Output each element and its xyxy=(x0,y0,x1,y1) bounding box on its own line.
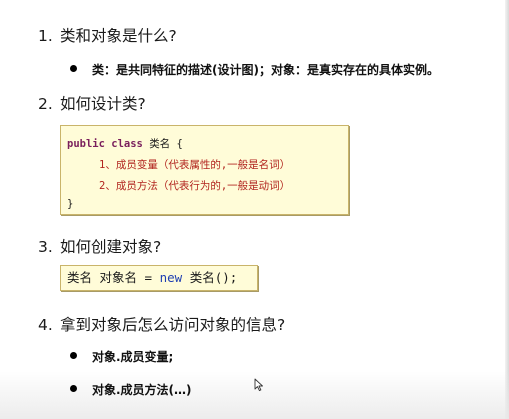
bullet-dot-icon xyxy=(70,65,77,72)
bullet-text: 对象.成员方法(…) xyxy=(92,383,192,397)
right-edge-shadow xyxy=(505,0,509,419)
section-title: 如何设计类? xyxy=(60,95,146,113)
bullet-class-definition: 类：是共同特征的描述(设计图)；对象：是真实存在的具体实例。 xyxy=(70,61,439,78)
code-closing-brace: } xyxy=(67,198,74,210)
code-keyword: public class xyxy=(67,138,143,150)
bullet-dot-icon xyxy=(70,352,77,359)
section-title: 拿到对象后怎么访问对象的信息? xyxy=(60,316,286,334)
class-code-block: public class 类名 { 1、成员变量（代表属性的,一般是名词） 2、… xyxy=(60,125,349,215)
bullet-text: 类：是共同特征的描述(设计图)；对象：是真实存在的具体实例。 xyxy=(92,63,439,77)
section-number: 3. xyxy=(38,238,53,256)
code-member-variables: 1、成员变量（代表属性的,一般是名词） xyxy=(99,159,291,171)
code-declaration: 类名 对象名 = xyxy=(67,270,160,285)
code-class-name: 类名 { xyxy=(149,138,183,150)
mouse-cursor-icon xyxy=(254,378,263,392)
code-class-declaration: public class 类名 { xyxy=(67,136,183,151)
section-heading-3: 3. 如何创建对象? xyxy=(38,235,161,257)
bullet-access-method: 对象.成员方法(…) xyxy=(70,381,192,398)
section-number: 4. xyxy=(38,316,53,334)
section-title: 类和对象是什么? xyxy=(60,27,177,45)
code-new-keyword: new xyxy=(159,270,183,285)
bullet-dot-icon xyxy=(70,385,77,392)
section-heading-1: 1. 类和对象是什么? xyxy=(38,24,177,46)
section-number: 2. xyxy=(38,95,53,113)
code-member-methods: 2、成员方法（代表行为的,一般是动词） xyxy=(99,180,291,192)
create-object-code-block: 类名 对象名 = new 类名(); xyxy=(60,265,258,291)
section-heading-2: 2. 如何设计类? xyxy=(38,92,146,114)
section-title: 如何创建对象? xyxy=(60,238,162,256)
bullet-text: 对象.成员变量; xyxy=(92,350,174,364)
bullet-access-variable: 对象.成员变量; xyxy=(70,348,173,365)
code-constructor-call: 类名(); xyxy=(182,270,238,285)
section-heading-4: 4. 拿到对象后怎么访问对象的信息? xyxy=(38,313,285,335)
section-number: 1. xyxy=(38,27,53,45)
